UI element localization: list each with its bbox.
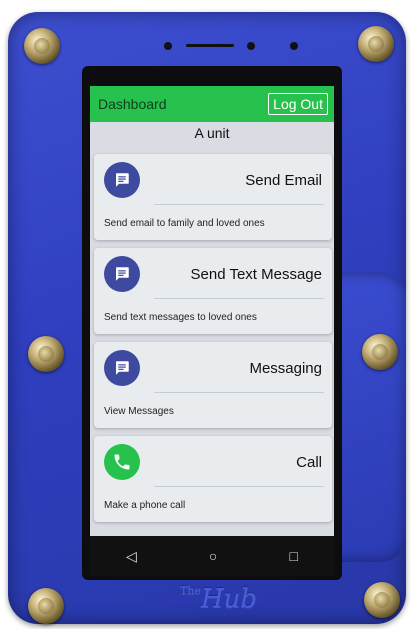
card-description: Send text messages to loved ones <box>104 312 257 323</box>
card-description: Make a phone call <box>104 500 186 511</box>
page-title: Dashboard <box>98 96 167 112</box>
card-call[interactable]: Call Make a phone call <box>94 436 332 522</box>
card-send-text-message[interactable]: Send Text Message Send text messages to … <box>94 248 332 334</box>
case-brand-logo: TheHub <box>180 584 257 614</box>
top-bar: Dashboard Log Out <box>90 86 334 122</box>
home-icon[interactable]: ○ <box>209 548 217 564</box>
screw-icon <box>28 336 64 372</box>
log-out-button[interactable]: Log Out <box>268 93 328 115</box>
message-icon <box>104 256 140 292</box>
recents-icon[interactable]: □ <box>289 548 297 564</box>
screw-icon <box>362 334 398 370</box>
screw-icon <box>358 26 394 62</box>
back-icon[interactable]: ◁ <box>126 548 137 565</box>
screw-icon <box>364 582 400 618</box>
android-nav-bar: ◁ ○ □ <box>90 536 334 576</box>
card-messaging[interactable]: Messaging View Messages <box>94 342 332 428</box>
card-label: Send Email <box>245 172 322 189</box>
message-icon <box>104 162 140 198</box>
unit-label: A unit <box>194 125 230 141</box>
message-icon <box>104 350 140 386</box>
sensor-dot <box>290 42 298 50</box>
card-description: View Messages <box>104 406 174 417</box>
card-description: Send email to family and loved ones <box>104 218 265 229</box>
app-screen: Dashboard Log Out A unit Send Email Send… <box>90 86 334 536</box>
phone-icon <box>104 444 140 480</box>
camera-dot <box>247 42 255 50</box>
card-divider <box>154 392 324 393</box>
card-divider <box>154 204 324 205</box>
card-send-email[interactable]: Send Email Send email to family and love… <box>94 154 332 240</box>
screw-icon <box>24 28 60 64</box>
sensor-dot <box>164 42 172 50</box>
speaker-slot <box>186 44 234 47</box>
screw-icon <box>28 588 64 624</box>
card-divider <box>154 298 324 299</box>
card-label: Messaging <box>249 360 322 377</box>
card-label: Call <box>296 454 322 471</box>
card-divider <box>154 486 324 487</box>
card-label: Send Text Message <box>190 266 322 283</box>
